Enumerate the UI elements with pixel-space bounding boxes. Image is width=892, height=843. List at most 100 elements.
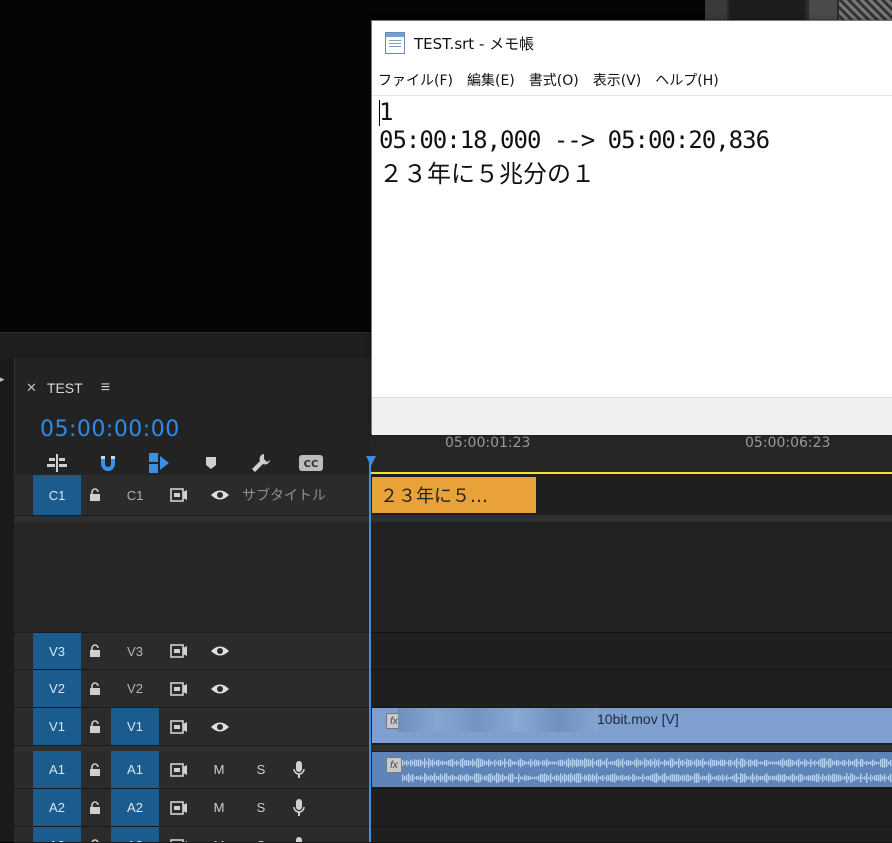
track-source-audio[interactable]: A3 xyxy=(111,827,159,843)
v2-lane xyxy=(370,670,892,708)
mute-button[interactable]: M xyxy=(208,827,230,843)
waveform-bar xyxy=(550,773,551,782)
lock-icon[interactable] xyxy=(84,789,106,826)
waveform-bar xyxy=(852,774,853,782)
panel-menu-icon[interactable]: ≡ xyxy=(101,379,110,397)
film-icon[interactable] xyxy=(166,827,192,843)
track-target-audio[interactable]: A1 xyxy=(33,751,81,788)
waveform-bar xyxy=(698,774,699,783)
eye-icon[interactable] xyxy=(207,633,233,669)
waveform-bar xyxy=(460,774,461,781)
microphone-icon[interactable] xyxy=(288,751,310,788)
lock-icon[interactable] xyxy=(84,751,106,788)
waveform-bar xyxy=(792,774,793,783)
waveform-bar xyxy=(862,759,863,766)
eye-icon[interactable] xyxy=(207,708,233,745)
ripple-insert-icon[interactable] xyxy=(44,450,70,476)
video-clip[interactable]: fx 10bit.mov [V] xyxy=(372,708,892,743)
solo-button[interactable]: S xyxy=(250,789,272,826)
waveform-bar xyxy=(594,762,595,764)
track-target-video[interactable]: V2 xyxy=(33,670,81,707)
marker-icon[interactable] xyxy=(198,450,224,476)
track-target-video[interactable]: V3 xyxy=(33,633,81,669)
track-source-video[interactable]: V3 xyxy=(111,633,159,669)
track-target-audio[interactable]: A3 xyxy=(33,827,81,843)
time-ruler[interactable]: 05:00:01:23 05:00:06:23 xyxy=(370,434,892,474)
mute-button[interactable]: M xyxy=(208,789,230,826)
waveform-bar xyxy=(592,758,593,767)
solo-button[interactable]: S xyxy=(250,751,272,788)
eye-icon[interactable] xyxy=(207,670,233,707)
sequence-tab[interactable]: ✕ TEST ≡ xyxy=(16,370,110,406)
linked-selection-icon[interactable] xyxy=(146,450,172,476)
film-icon[interactable] xyxy=(166,633,192,669)
track-target-audio[interactable]: A2 xyxy=(33,789,81,826)
waveform-bar xyxy=(776,775,777,780)
ruler-label: 05:00:06:23 xyxy=(745,435,830,451)
waveform-bar xyxy=(540,774,541,782)
film-icon[interactable] xyxy=(166,670,192,707)
menu-file[interactable]: ファイル(F) xyxy=(378,70,453,90)
track-divider[interactable] xyxy=(14,515,892,522)
mute-button[interactable]: M xyxy=(208,751,230,788)
track-target-c1[interactable]: C1 xyxy=(33,475,81,515)
captions-icon[interactable]: CC xyxy=(298,450,324,476)
notepad-titlebar[interactable]: TEST.srt - メモ帳 xyxy=(372,21,892,65)
eye-icon[interactable] xyxy=(207,475,233,515)
film-icon[interactable] xyxy=(166,475,192,515)
waveform-bar xyxy=(524,775,525,781)
wrench-icon[interactable] xyxy=(248,450,274,476)
microphone-icon[interactable] xyxy=(288,827,310,843)
waveform-bar xyxy=(654,758,655,767)
audio-clip[interactable]: fx xyxy=(372,752,892,787)
waveform-bar xyxy=(886,759,887,767)
waveform-bar xyxy=(490,773,491,783)
ruler-label: 05:00:01:23 xyxy=(445,435,530,451)
caption-clip[interactable]: ２３年に５… xyxy=(372,477,536,513)
waveform-bar xyxy=(814,760,815,766)
waveform-bar xyxy=(466,774,467,783)
waveform-bar xyxy=(506,776,507,779)
subtitle-track-name: サブタイトル xyxy=(242,475,326,515)
waveform-bar xyxy=(492,776,493,781)
track-source-video[interactable]: V1 xyxy=(111,708,159,745)
srt-text-line: ２３年に５兆分の１ xyxy=(379,154,595,189)
waveform-bar xyxy=(822,758,823,768)
collapse-arrow-icon[interactable]: ▸ xyxy=(0,376,6,382)
notepad-text-area[interactable]: 1 05:00:18,000 --> 05:00:20,836 ２３年に５兆分の… xyxy=(372,95,892,398)
playhead-line[interactable] xyxy=(369,458,371,842)
lock-icon[interactable] xyxy=(84,827,106,843)
menu-help[interactable]: ヘルプ(H) xyxy=(655,70,718,90)
waveform-bar xyxy=(556,775,557,782)
waveform-bar xyxy=(524,761,525,765)
lock-icon[interactable] xyxy=(84,708,106,745)
microphone-icon[interactable] xyxy=(288,789,310,826)
lock-icon[interactable] xyxy=(84,633,106,669)
track-source-audio[interactable]: A1 xyxy=(111,751,159,788)
lock-icon[interactable] xyxy=(84,670,106,707)
track-target-video[interactable]: V1 xyxy=(33,708,81,745)
waveform-bar xyxy=(534,760,535,767)
film-icon[interactable] xyxy=(166,751,192,788)
solo-button[interactable]: S xyxy=(250,827,272,843)
waveform-bar xyxy=(640,777,641,779)
track-source-video[interactable]: V2 xyxy=(111,670,159,707)
waveform-bar xyxy=(496,773,497,783)
snap-magnet-icon[interactable] xyxy=(95,450,121,476)
menu-format[interactable]: 書式(O) xyxy=(529,70,579,90)
track-source-c1[interactable]: C1 xyxy=(111,475,159,515)
menu-view[interactable]: 表示(V) xyxy=(593,70,642,90)
close-icon[interactable]: ✕ xyxy=(26,380,37,396)
menu-edit[interactable]: 編集(E) xyxy=(467,70,515,90)
film-icon[interactable] xyxy=(166,708,192,745)
playhead-handle[interactable] xyxy=(366,456,376,466)
playhead-timecode[interactable]: 05:00:00:00 xyxy=(40,417,180,442)
waveform-bar xyxy=(494,760,495,767)
film-icon[interactable] xyxy=(166,789,192,826)
waveform-bar xyxy=(806,776,807,780)
waveform-bar xyxy=(554,776,555,780)
lock-icon[interactable] xyxy=(84,475,106,515)
track-source-audio[interactable]: A2 xyxy=(111,789,159,826)
waveform-bar xyxy=(414,777,415,780)
waveform-bar xyxy=(568,758,569,767)
